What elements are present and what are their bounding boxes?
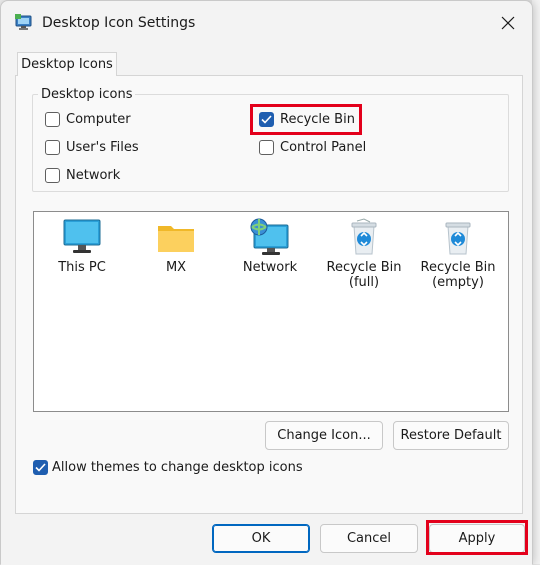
checkbox-label: Control Panel [280, 140, 367, 155]
recycle-bin-highlight-box [250, 104, 362, 135]
window-title: Desktop Icon Settings [42, 15, 196, 31]
restore-default-button[interactable]: Restore Default [393, 421, 509, 450]
ok-button[interactable]: OK [212, 524, 310, 553]
tab-desktop-icons[interactable]: Desktop Icons [17, 52, 117, 76]
checkbox-label: Network [66, 168, 121, 183]
desktop-icon-settings-dialog: Desktop Icon Settings Desktop Icons Desk… [0, 0, 533, 565]
recycle-bin-empty-icon [445, 222, 471, 255]
list-item-mx[interactable]: MX [136, 218, 216, 275]
groupbox-legend: Desktop icons [38, 87, 136, 102]
icon-label: Recycle Bin (full) [326, 260, 402, 290]
list-item-this-pc[interactable]: This PC [42, 218, 122, 275]
icon-label: Recycle Bin (empty) [420, 260, 496, 290]
icon-label: Network [242, 260, 298, 275]
tab-label: Desktop Icons [21, 57, 113, 72]
icon-list[interactable]: This PC MX Network Recycle Bin (full) Re… [33, 211, 509, 412]
computer-checkbox[interactable]: Computer [45, 112, 131, 127]
background-window-right [532, 0, 540, 564]
checkbox-label: Allow themes to change desktop icons [52, 460, 303, 475]
change-icon-button[interactable]: Change Icon... [265, 421, 383, 450]
list-item-recycle-bin-empty[interactable]: Recycle Bin (empty) [418, 218, 498, 290]
checkbox-box [45, 168, 60, 183]
cancel-button[interactable]: Cancel [320, 524, 418, 553]
list-item-network[interactable]: Network [230, 218, 310, 275]
close-button[interactable] [492, 7, 524, 39]
apply-highlight-box [426, 520, 528, 555]
close-icon [501, 16, 515, 30]
network-checkbox[interactable]: Network [45, 168, 120, 183]
folder-icon [158, 226, 194, 252]
checkbox-box-checked [33, 460, 48, 475]
control-panel-checkbox[interactable]: Control Panel [259, 140, 366, 155]
checkmark-icon [35, 463, 46, 472]
recycle-bin-full-icon [351, 218, 377, 255]
users-files-checkbox[interactable]: User's Files [45, 140, 139, 155]
icon-label: This PC [58, 260, 106, 275]
checkbox-label: Computer [66, 112, 131, 127]
checkbox-box [45, 140, 60, 155]
desktop-settings-icon [15, 14, 33, 31]
checkbox-box [45, 112, 60, 127]
list-item-recycle-bin-full[interactable]: Recycle Bin (full) [324, 218, 404, 290]
network-icon [250, 218, 289, 255]
allow-themes-checkbox[interactable]: Allow themes to change desktop icons [33, 460, 303, 475]
title-bar: Desktop Icon Settings [1, 1, 532, 45]
checkbox-box [259, 140, 274, 155]
monitor-icon [63, 219, 101, 253]
checkbox-label: User's Files [66, 140, 139, 155]
icon-label: MX [165, 260, 187, 275]
